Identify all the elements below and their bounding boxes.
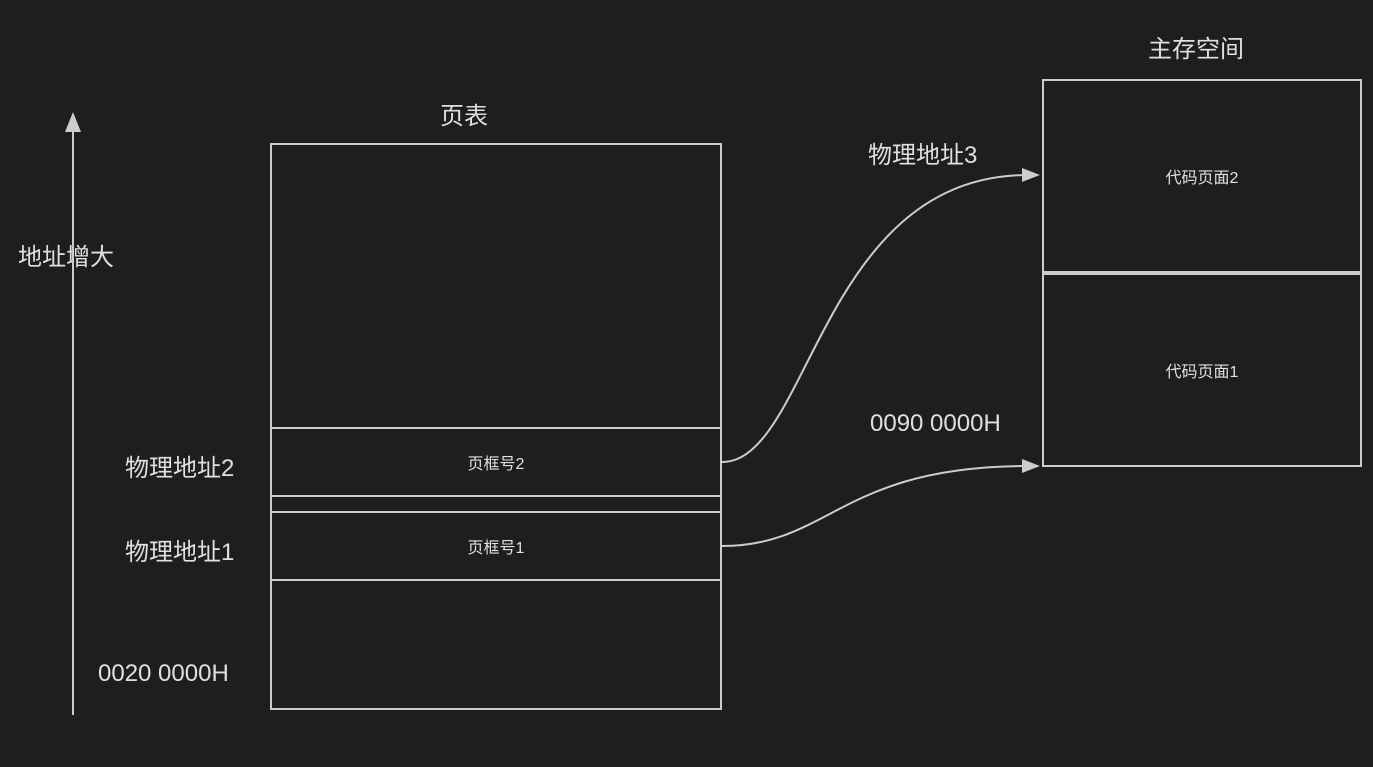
- page-table-row-frame1: 页框号1: [270, 511, 722, 581]
- code-page1-cell: 代码页面1: [1042, 273, 1362, 467]
- curve-frame1-arrowhead: [1022, 459, 1040, 473]
- axis-label: 地址增大: [18, 237, 114, 272]
- axis-arrowhead: [65, 112, 81, 132]
- main-memory-base-address: 0090 0000H: [870, 410, 1001, 438]
- diagram-stage: 地址增大 页表 页框号2 物理地址2 页框号1 物理地址1 0020 0000H…: [0, 0, 1373, 767]
- page-frame2-left-label: 物理地址2: [125, 448, 234, 483]
- page-frame1-left-label: 物理地址1: [125, 532, 234, 567]
- pointer-label-phys3: 物理地址3: [868, 135, 977, 170]
- page-table-title: 页表: [440, 96, 488, 131]
- code-page1-label: 代码页面1: [1166, 358, 1239, 382]
- page-frame2-label: 页框号2: [468, 450, 525, 474]
- curve-frame1-to-mem: [722, 466, 1028, 546]
- code-page2-label: 代码页面2: [1166, 164, 1239, 188]
- page-frame1-label: 页框号1: [468, 534, 525, 558]
- main-memory-title: 主存空间: [1148, 29, 1244, 64]
- page-table-row-frame2: 页框号2: [270, 427, 722, 497]
- code-page2-cell: 代码页面2: [1042, 79, 1362, 273]
- curve-frame2-arrowhead: [1022, 168, 1040, 182]
- page-table-base-address: 0020 0000H: [98, 660, 229, 688]
